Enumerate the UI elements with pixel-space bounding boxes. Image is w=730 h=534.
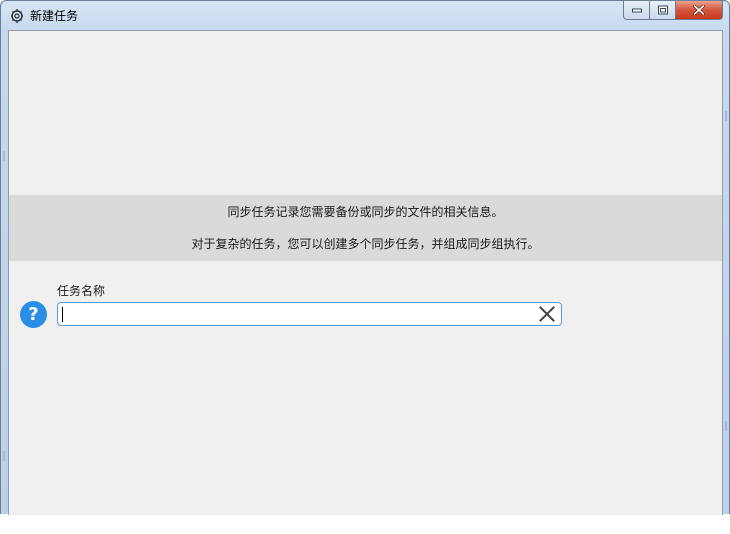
caption-buttons xyxy=(623,1,723,21)
task-name-input[interactable] xyxy=(62,304,522,324)
info-banner: 同步任务记录您需要备份或同步的文件的相关信息。 对于复杂的任务，您可以创建多个同… xyxy=(9,195,722,261)
window-title: 新建任务 xyxy=(30,9,79,23)
task-name-field[interactable] xyxy=(57,302,562,326)
minimize-button[interactable] xyxy=(623,1,650,20)
help-icon-glyph: ? xyxy=(28,304,39,325)
task-name-label: 任务名称 xyxy=(57,284,106,298)
clear-x-icon[interactable] xyxy=(538,305,556,323)
info-text-line-1: 同步任务记录您需要备份或同步的文件的相关信息。 xyxy=(227,205,504,219)
dialog-client-area: 同步任务记录您需要备份或同步的文件的相关信息。 对于复杂的任务，您可以创建多个同… xyxy=(8,30,723,515)
maximize-button[interactable] xyxy=(650,1,676,20)
gear-app-icon[interactable] xyxy=(10,8,24,24)
minimize-icon xyxy=(631,8,642,13)
window-resize-grip-left-lower xyxy=(3,451,5,461)
close-button[interactable] xyxy=(676,1,723,20)
info-text-line-2: 对于复杂的任务，您可以创建多个同步任务，并组成同步组执行。 xyxy=(191,237,540,251)
window-resize-grip-right xyxy=(725,111,727,121)
help-icon[interactable]: ? xyxy=(20,301,47,328)
text-caret xyxy=(62,307,63,322)
title-bar[interactable]: 新建任务 xyxy=(1,1,729,31)
window-resize-grip-left xyxy=(3,151,5,161)
window-resize-grip-right-lower xyxy=(725,421,727,431)
maximize-icon xyxy=(657,5,668,15)
close-icon xyxy=(693,5,705,15)
app-window: 新建任务 同步任务记录您需要备份或同步的文件的相关信息。 对于复杂的任务，您可以… xyxy=(0,0,730,515)
